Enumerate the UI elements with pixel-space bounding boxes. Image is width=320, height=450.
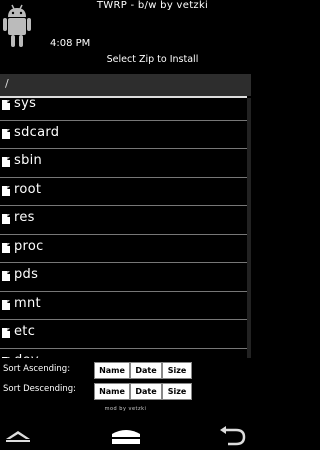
file-icon [2, 157, 10, 167]
page-prompt: Select Zip to Install [106, 54, 199, 65]
sort-desc-name-button[interactable]: Name [94, 383, 130, 400]
current-path-bar: / [0, 74, 251, 96]
sort-desc-date-button[interactable]: Date [130, 383, 162, 400]
navigation-bar [0, 422, 251, 450]
sort-asc-date-button[interactable]: Date [130, 362, 162, 379]
file-name: sdcard [14, 124, 60, 140]
clock: 4:08 PM [50, 38, 91, 49]
sort-descending-row: Sort Descending: [3, 384, 76, 394]
app-title: TWRP - b/w by vetzki [96, 0, 209, 11]
back-icon[interactable] [4, 426, 32, 446]
recent-apps-icon[interactable] [218, 426, 248, 446]
file-list-item[interactable]: root [0, 178, 247, 206]
file-list-item[interactable]: pds [0, 263, 247, 292]
file-name: sbin [14, 153, 43, 168]
file-list[interactable]: sys sdcard sbin root res proc pds mnt et… [0, 98, 247, 358]
file-list-item[interactable]: sbin [0, 149, 247, 178]
file-icon [2, 299, 10, 310]
file-icon [2, 271, 10, 281]
file-list-item[interactable]: sys [0, 98, 247, 121]
sort-ascending-label: Sort Ascending: [3, 364, 71, 374]
sort-desc-size-button[interactable]: Size [162, 383, 192, 400]
file-list-item[interactable]: res [0, 206, 247, 235]
file-icon [2, 242, 10, 253]
file-name: pds [14, 267, 39, 282]
file-list-item[interactable]: dev [0, 349, 247, 359]
file-icon [2, 328, 10, 338]
file-name: res [14, 210, 35, 225]
file-name: root [14, 181, 42, 197]
current-path: / [5, 77, 9, 90]
file-icon [2, 128, 10, 139]
footer-credit: mod by vetzki [104, 406, 147, 412]
android-robot-icon [3, 4, 31, 47]
file-list-item[interactable]: mnt [0, 292, 247, 320]
file-name: mnt [14, 295, 41, 311]
file-icon [2, 100, 10, 110]
file-list-scrollbar[interactable] [247, 98, 251, 358]
file-name: sys [14, 98, 37, 111]
file-name: dev [14, 353, 39, 359]
home-icon[interactable] [108, 426, 144, 446]
sort-asc-size-button[interactable]: Size [162, 362, 192, 379]
file-icon [2, 214, 10, 224]
file-list-item[interactable]: sdcard [0, 121, 247, 149]
file-icon [2, 185, 10, 196]
file-name: proc [14, 238, 44, 254]
file-icon [2, 356, 10, 358]
file-list-item[interactable]: etc [0, 320, 247, 349]
file-list-item[interactable]: proc [0, 235, 247, 263]
sort-descending-label: Sort Descending: [3, 384, 77, 394]
file-name: etc [14, 324, 36, 339]
sort-ascending-row: Sort Ascending: [3, 364, 70, 374]
header: TWRP - b/w by vetzki 4:08 PM Select Zip … [0, 0, 251, 70]
sort-asc-name-button[interactable]: Name [94, 362, 130, 379]
